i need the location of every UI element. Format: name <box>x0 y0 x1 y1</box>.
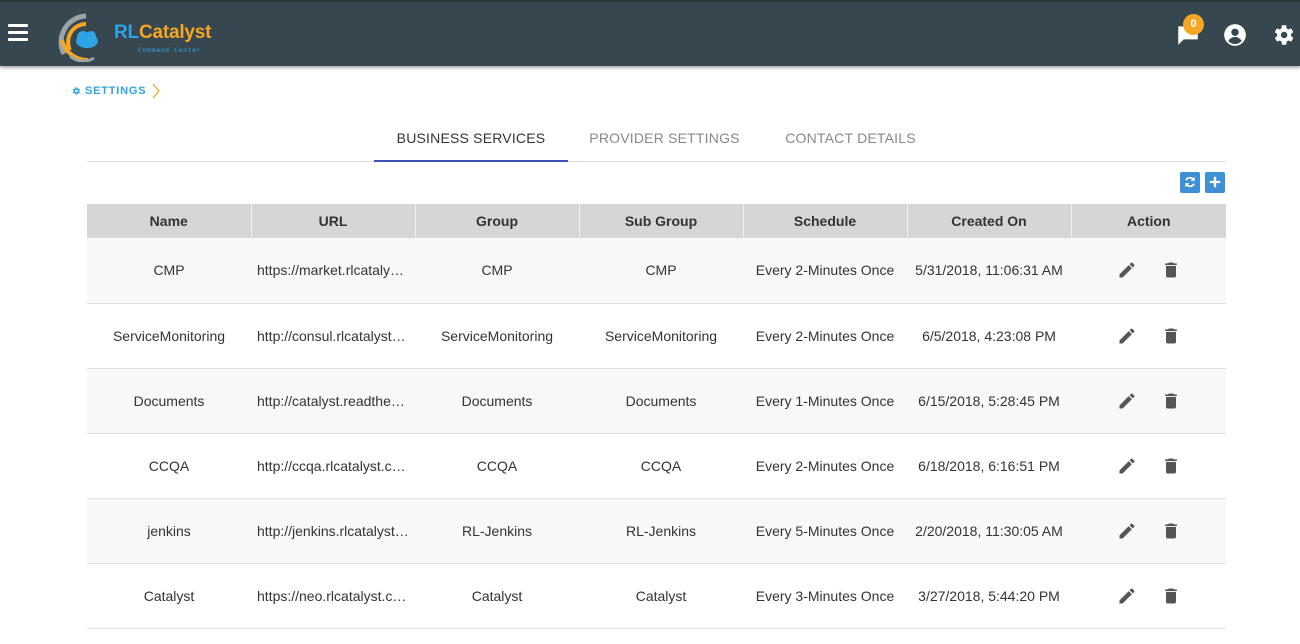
edit-icon[interactable] <box>1117 260 1137 280</box>
cell-created-on: 5/31/2018, 11:06:31 AM <box>907 238 1071 304</box>
delete-icon[interactable] <box>1161 326 1181 346</box>
tab-provider-settings[interactable]: PROVIDER SETTINGS <box>577 118 752 162</box>
edit-icon[interactable] <box>1117 326 1137 346</box>
tab-contact-details[interactable]: CONTACT DETAILS <box>762 118 939 162</box>
cell-name: Documents <box>87 368 251 434</box>
cell-created-on: 6/15/2018, 5:28:45 PM <box>907 368 1071 434</box>
cell-action <box>1071 498 1226 564</box>
cell-group: RL-Jenkins <box>415 498 579 564</box>
cell-group: CCQA <box>415 433 579 499</box>
cell-url: http://jenkins.rlcatalyst.… <box>251 498 415 564</box>
cell-action <box>1071 238 1226 304</box>
cell-action <box>1071 563 1226 629</box>
cell-subgroup: ServiceMonitoring <box>579 303 743 369</box>
logo-subtitle: Command Center <box>138 46 202 54</box>
delete-icon[interactable] <box>1161 456 1181 476</box>
cell-name: ServiceMonitoring <box>87 303 251 369</box>
column-header-schedule[interactable]: Schedule <box>743 204 908 238</box>
column-header-action: Action <box>1071 204 1226 238</box>
menu-icon[interactable] <box>8 24 28 42</box>
app-header: RLCatalyst Command Center 0 <box>0 0 1300 66</box>
table-row[interactable]: jenkins http://jenkins.rlcatalyst.… RL-Jen… <box>87 498 1226 564</box>
account-icon[interactable] <box>1222 22 1248 48</box>
cell-subgroup: Documents <box>579 368 743 434</box>
cell-created-on: 6/18/2018, 6:16:51 PM <box>907 433 1071 499</box>
cell-url: http://ccqa.rlcatalyst.com/ <box>251 433 415 499</box>
table-row[interactable]: CCQA http://ccqa.rlcatalyst.com/CCQA CCQA E… <box>87 433 1226 499</box>
table-header-row: Name URL Group Sub Group Schedule Create… <box>87 204 1226 238</box>
cell-schedule: Every 2-Minutes Once <box>743 303 907 369</box>
cell-url: http://consul.rlcatalyst.… <box>251 303 415 369</box>
refresh-icon <box>1185 176 1195 188</box>
cell-schedule: Every 3-Minutes Once <box>743 563 907 629</box>
cell-subgroup: RL-Jenkins <box>579 498 743 564</box>
column-header-name[interactable]: Name <box>87 204 252 238</box>
cell-name: CCQA <box>87 433 251 499</box>
table-row[interactable]: CMP https://market.rlcatalyst… CMP CMP Every… <box>87 238 1226 304</box>
delete-icon[interactable] <box>1161 391 1181 411</box>
cell-action <box>1071 433 1226 499</box>
cell-created-on: 6/5/2018, 4:23:08 PM <box>907 303 1071 369</box>
delete-icon[interactable] <box>1161 586 1181 606</box>
logo-mark-icon <box>58 13 98 63</box>
cell-action <box>1071 368 1226 434</box>
cell-url: http://catalyst.readthed… <box>251 368 415 434</box>
cell-group: Catalyst <box>415 563 579 629</box>
cell-created-on: 3/27/2018, 5:44:20 PM <box>907 563 1071 629</box>
cell-group: Documents <box>415 368 579 434</box>
cell-schedule: Every 2-Minutes Once <box>743 433 907 499</box>
table-row[interactable]: Documents http://catalyst.readthed… Docume… <box>87 368 1226 434</box>
delete-icon[interactable] <box>1161 521 1181 541</box>
column-header-created-on[interactable]: Created On <box>907 204 1072 238</box>
breadcrumb: SETTINGS <box>71 83 161 99</box>
table-row[interactable]: Catalyst https://neo.rlcatalyst.com/Catal… <box>87 563 1226 629</box>
cell-url: https://neo.rlcatalyst.com/ <box>251 563 415 629</box>
settings-tabs: BUSINESS SERVICES PROVIDER SETTINGS CONT… <box>87 118 1226 162</box>
refresh-button[interactable] <box>1180 172 1200 193</box>
cell-created-on: 2/20/2018, 11:30:05 AM <box>907 498 1071 564</box>
edit-icon[interactable] <box>1117 521 1137 541</box>
cell-group: ServiceMonitoring <box>415 303 579 369</box>
notification-badge: 0 <box>1183 14 1204 35</box>
edit-icon[interactable] <box>1117 586 1137 606</box>
add-service-button[interactable] <box>1205 172 1225 193</box>
business-services-table: Name URL Group Sub Group Schedule Create… <box>87 204 1226 629</box>
cell-schedule: Every 2-Minutes Once <box>743 238 907 304</box>
delete-icon[interactable] <box>1161 260 1181 280</box>
cell-subgroup: CCQA <box>579 433 743 499</box>
edit-icon[interactable] <box>1117 456 1137 476</box>
table-row[interactable]: ServiceMonitoring http://consul.rlcatalys… <box>87 303 1226 369</box>
cell-url: https://market.rlcatalyst… <box>251 238 415 304</box>
edit-icon[interactable] <box>1117 391 1137 411</box>
cell-schedule: Every 1-Minutes Once <box>743 368 907 434</box>
add-icon <box>1209 176 1221 188</box>
breadcrumb-settings-link[interactable]: SETTINGS <box>85 85 146 97</box>
column-header-group[interactable]: Group <box>415 204 580 238</box>
logo[interactable]: RLCatalyst Command Center <box>58 10 212 63</box>
logo-text: RLCatalyst <box>114 22 212 43</box>
cell-schedule: Every 5-Minutes Once <box>743 498 907 564</box>
cell-group: CMP <box>415 238 579 304</box>
gear-icon[interactable] <box>1270 22 1296 48</box>
cell-name: jenkins <box>87 498 251 564</box>
cell-name: CMP <box>87 238 251 304</box>
cell-subgroup: Catalyst <box>579 563 743 629</box>
tab-business-services[interactable]: BUSINESS SERVICES <box>374 118 568 162</box>
cell-subgroup: CMP <box>579 238 743 304</box>
column-header-url[interactable]: URL <box>251 204 416 238</box>
column-header-subgroup[interactable]: Sub Group <box>579 204 744 238</box>
cell-name: Catalyst <box>87 563 251 629</box>
chevron-right-icon <box>152 83 161 99</box>
gear-icon <box>72 87 80 95</box>
cell-action <box>1071 303 1226 369</box>
